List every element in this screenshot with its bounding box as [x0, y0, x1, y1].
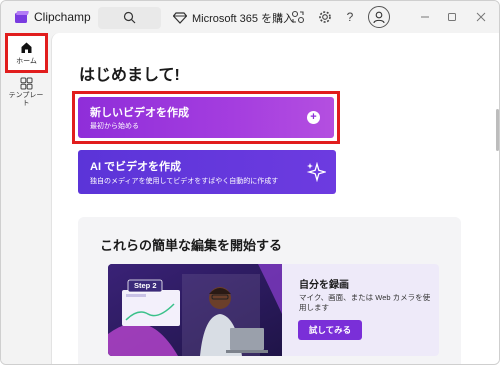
title-bar: Clipchamp Microsoft 365 を購入 ? [1, 1, 499, 33]
sidebar-item-label: テンプレート [8, 92, 44, 107]
close-button[interactable] [470, 7, 492, 27]
plus-icon: + [307, 111, 320, 124]
sidebar: ホーム テンプレート [1, 33, 51, 364]
sparkle-icon [306, 162, 326, 182]
create-ai-video-button[interactable]: AI でビデオを作成 独自のメディアを使用してビデオをすばやく自動的に作成す [78, 150, 336, 194]
diamond-icon [173, 12, 187, 24]
main-content: はじめまして! 新しいビデオを作成 最初から始める + AI でビデオを作成 独… [51, 33, 499, 364]
create-video-title: 新しいビデオを作成 [90, 107, 189, 119]
ai-video-title: AI でビデオを作成 [90, 161, 182, 173]
buy-ms365-button[interactable]: Microsoft 365 を購入 [173, 7, 294, 29]
close-icon [476, 12, 486, 22]
quick-edits-section: これらの簡単な編集を開始する Step 2 自分を録画 マイク、画面、または W… [78, 217, 461, 364]
ai-video-subtitle: 独自のメディアを使用してビデオをすばやく自動的に作成す [90, 178, 279, 185]
gear-icon[interactable] [317, 9, 333, 25]
minimize-button[interactable] [414, 7, 436, 27]
try-it-button[interactable]: 試してみる [298, 320, 362, 340]
record-preview-image: Step 2 [108, 264, 282, 356]
scrollbar[interactable] [496, 109, 499, 151]
sidebar-item-home[interactable]: ホーム [5, 33, 48, 73]
app-title: Clipchamp [34, 10, 91, 24]
help-button[interactable]: ? [342, 9, 358, 25]
create-new-video-button[interactable]: 新しいビデオを作成 最初から始める + [78, 97, 334, 138]
step-label: Step 2 [134, 281, 157, 290]
maximize-button[interactable] [441, 7, 463, 27]
templates-icon [20, 77, 32, 90]
create-video-subtitle: 最初から始める [90, 123, 139, 130]
sidebar-item-label: ホーム [16, 57, 37, 65]
home-icon [21, 42, 32, 53]
sidebar-item-templates[interactable]: テンプレート [3, 77, 49, 108]
buy-ms365-label: Microsoft 365 を購入 [192, 13, 295, 25]
create-video-highlight: 新しいビデオを作成 最初から始める + [72, 91, 340, 144]
page-title: はじめまして! [79, 67, 180, 84]
card-title: 自分を録画 [299, 280, 349, 291]
help-label: ? [346, 10, 354, 24]
section-title: これらの簡単な編集を開始する [100, 238, 283, 253]
maximize-icon [448, 13, 456, 21]
card-description: マイク、画面、または Web カメラを使用します [299, 293, 431, 312]
clipchamp-logo-icon [15, 11, 29, 23]
person-icon [373, 11, 385, 24]
search-icon [123, 11, 136, 24]
account-avatar[interactable] [368, 6, 390, 28]
app-window: Clipchamp Microsoft 365 を購入 ? ホーム テンプレート… [0, 0, 500, 365]
minimize-icon [421, 16, 429, 18]
record-yourself-card[interactable]: Step 2 自分を録画 マイク、画面、または Web カメラを使用します 試し… [108, 264, 439, 356]
share-icon[interactable] [290, 9, 306, 25]
search-button[interactable] [98, 7, 161, 29]
